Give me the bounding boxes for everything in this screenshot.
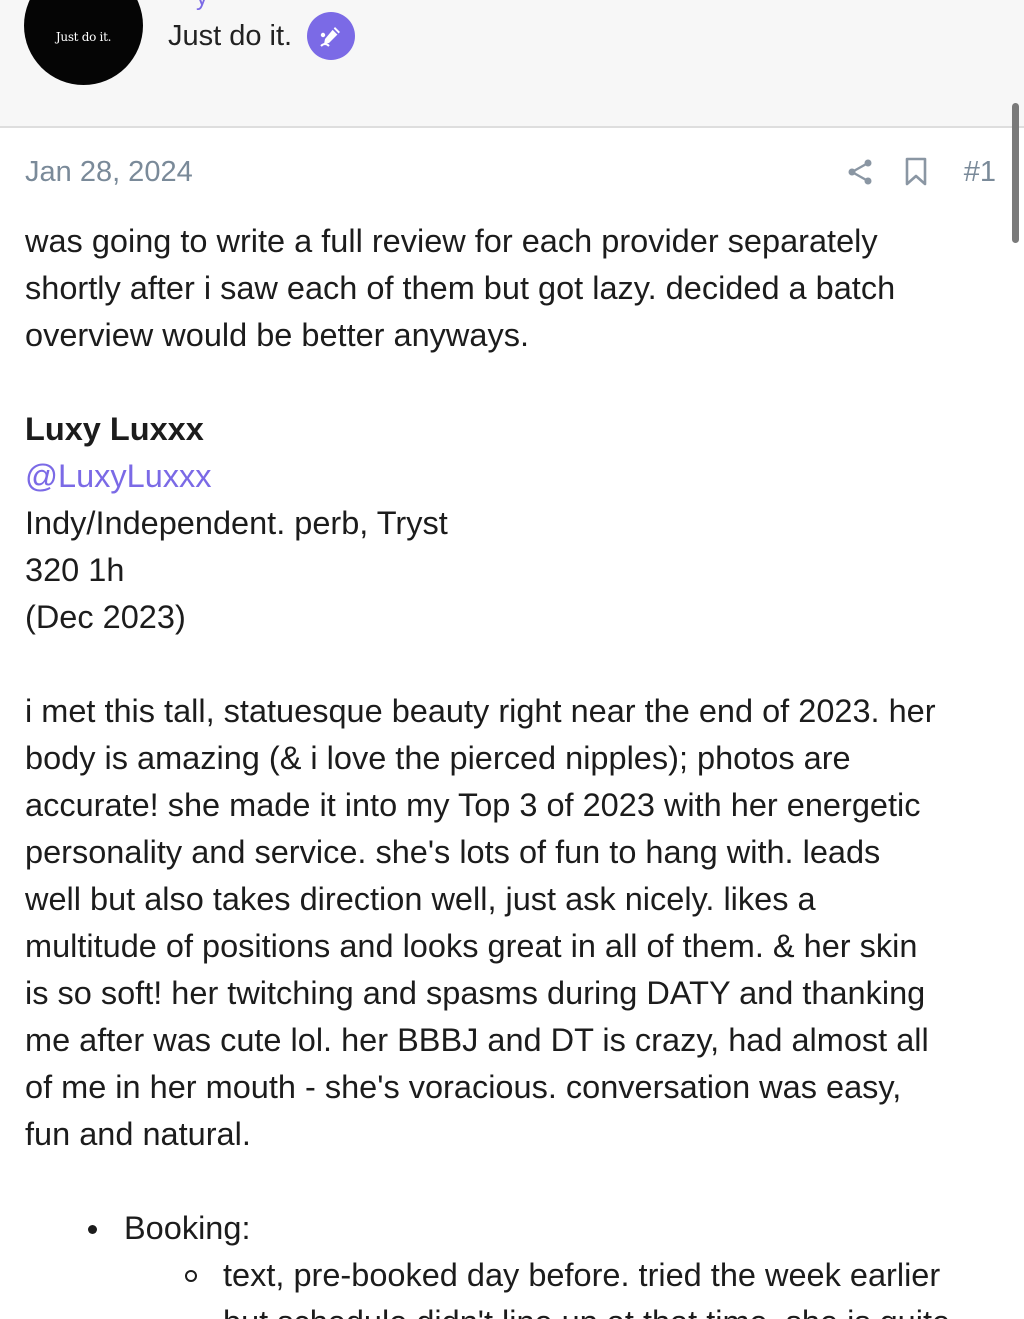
- post-date[interactable]: Jan 28, 2024: [25, 156, 193, 189]
- provider-mention-link[interactable]: @LuxyLuxxx: [25, 453, 1010, 500]
- avatar[interactable]: Just do it.: [24, 0, 143, 85]
- sub-bullet-icon: [185, 1270, 197, 1282]
- username-fragment[interactable]: y: [196, 0, 216, 10]
- post-number[interactable]: #1: [964, 156, 996, 189]
- list-item: text, pre-booked day before. tried the w…: [25, 1252, 1010, 1299]
- review-line: multitude of positions and looks great i…: [25, 928, 918, 964]
- review-line: accurate! she made it into my Top 3 of 2…: [25, 787, 921, 823]
- provider-type: Indy/Independent. perb, Tryst: [25, 505, 448, 541]
- intro-line: was going to write a full review for eac…: [25, 223, 878, 259]
- review-line: fun and natural.: [25, 1116, 251, 1152]
- provider-name: Luxy Luxxx: [25, 411, 204, 447]
- list-item: Booking:: [25, 1205, 1010, 1252]
- user-header: y Just do it. Just do it.: [0, 0, 1024, 128]
- bullet-icon: [88, 1225, 97, 1234]
- post-actions: #1: [846, 152, 996, 192]
- avatar-text: Just do it.: [55, 29, 112, 44]
- thread-page: y Just do it. Just do it. Jan 28, 2024: [0, 0, 1024, 1319]
- review-line: body is amazing (& i love the pierced ni…: [25, 740, 851, 776]
- review-line: is so soft! her twitching and spasms dur…: [25, 975, 926, 1011]
- list-item: but schedule didn't line up at that time…: [25, 1299, 1010, 1319]
- provider-date: (Dec 2023): [25, 599, 186, 635]
- pencil-badge-icon[interactable]: [307, 12, 355, 60]
- review-line: i met this tall, statuesque beauty right…: [25, 693, 936, 729]
- intro-line: overview would be better anyways.: [25, 317, 530, 353]
- scrollbar-thumb[interactable]: [1012, 103, 1019, 243]
- booking-label: Booking:: [124, 1210, 251, 1246]
- review-line: of me in her mouth - she's voracious. co…: [25, 1069, 902, 1105]
- review-line: me after was cute lol. her BBBJ and DT i…: [25, 1022, 929, 1058]
- intro-line: shortly after i saw each of them but got…: [25, 270, 896, 306]
- provider-rate: 320 1h: [25, 552, 125, 588]
- share-icon[interactable]: [846, 157, 874, 187]
- bookmark-icon[interactable]: [904, 156, 930, 188]
- review-line: well but also takes direction well, just…: [25, 881, 816, 917]
- booking-sub-line: but schedule didn't line up at that time…: [223, 1304, 950, 1319]
- post-body: was going to write a full review for eac…: [25, 218, 1010, 1319]
- user-title: Just do it.: [168, 20, 293, 52]
- booking-list: Booking: text, pre-booked day before. tr…: [25, 1205, 1010, 1319]
- booking-sub-line: text, pre-booked day before. tried the w…: [223, 1257, 941, 1293]
- review-line: personality and service. she's lots of f…: [25, 834, 881, 870]
